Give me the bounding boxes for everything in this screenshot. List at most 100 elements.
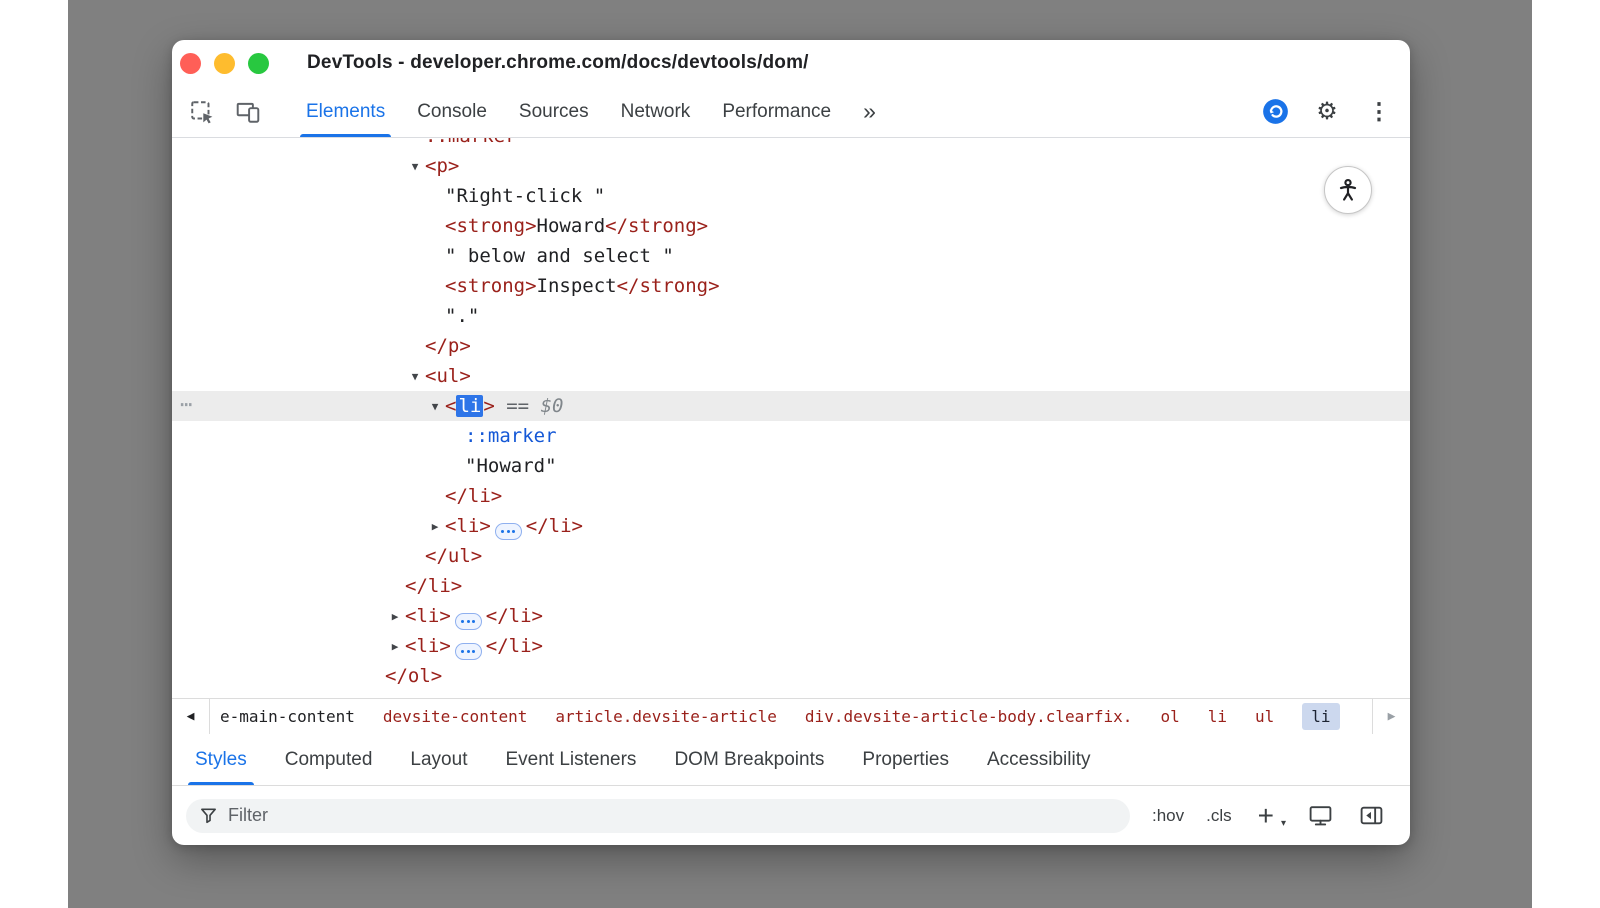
- tag-token: <ul>: [425, 365, 471, 387]
- tag-token: <li>: [445, 515, 491, 537]
- tree-row[interactable]: ▶<li></li>: [172, 511, 1410, 541]
- tree-row[interactable]: "Right-click ": [172, 181, 1410, 211]
- chevron-right-icon[interactable]: ▶: [425, 512, 445, 542]
- tag-token: <p>: [425, 155, 459, 177]
- tree-row[interactable]: ▼<ul>: [172, 361, 1410, 391]
- text-node: " below and select ": [445, 245, 674, 267]
- tag-token: >: [483, 395, 494, 417]
- breadcrumb-bar: ◀ e-main-content devsite-content article.d…: [172, 698, 1410, 734]
- tree-row[interactable]: </ol>: [172, 661, 1410, 691]
- accessibility-person-icon[interactable]: [1324, 166, 1372, 214]
- tag-token: ::marker: [425, 138, 517, 151]
- device-toolbar-icon[interactable]: [232, 96, 264, 128]
- settings-gear-icon[interactable]: ⚙: [1312, 97, 1342, 127]
- chevron-right-icon[interactable]: ▶: [385, 632, 405, 662]
- breadcrumb-item[interactable]: article.devsite-article: [555, 707, 777, 726]
- tab-elements[interactable]: Elements: [290, 86, 401, 137]
- tree-row[interactable]: </ul>: [172, 541, 1410, 571]
- tab-network[interactable]: Network: [605, 86, 707, 137]
- breadcrumb-item[interactable]: ol: [1160, 707, 1179, 726]
- tab-computed[interactable]: Computed: [266, 734, 392, 785]
- styles-filter-bar: :hov .cls +▾: [172, 786, 1410, 845]
- rendering-emulation-icon[interactable]: [1308, 803, 1333, 828]
- tree-row[interactable]: ▶<li></li>: [172, 631, 1410, 661]
- tab-properties[interactable]: Properties: [843, 734, 968, 785]
- breadcrumb-item[interactable]: devsite-content: [383, 707, 528, 726]
- tab-sources[interactable]: Sources: [503, 86, 605, 137]
- tab-dom-breakpoints[interactable]: DOM Breakpoints: [655, 734, 843, 785]
- breadcrumb-item[interactable]: li: [1208, 707, 1227, 726]
- styles-filter-field[interactable]: [186, 799, 1130, 833]
- tree-row[interactable]: ::marker: [172, 421, 1410, 451]
- window-titlebar: DevTools - developer.chrome.com/docs/dev…: [172, 40, 1410, 86]
- kebab-menu-icon[interactable]: ⋮: [1364, 97, 1394, 127]
- tag-token: </strong>: [605, 215, 708, 237]
- styles-filter-input[interactable]: [228, 805, 1117, 826]
- new-style-rule-button[interactable]: +▾: [1258, 802, 1282, 830]
- tree-row[interactable]: <strong>Howard</strong>: [172, 211, 1410, 241]
- breadcrumb: e-main-content devsite-content article.dev…: [210, 699, 1372, 734]
- tree-row[interactable]: ▼⋯<li> == $0: [172, 391, 1410, 421]
- sync-extension-icon[interactable]: [1260, 97, 1290, 127]
- toggle-element-state-button[interactable]: :hov: [1152, 806, 1184, 826]
- tree-row[interactable]: " below and select ": [172, 241, 1410, 271]
- minimize-button[interactable]: [214, 53, 235, 74]
- tag-token: <li>: [405, 605, 451, 627]
- pseudo-element: ::marker: [465, 425, 557, 447]
- close-button[interactable]: [180, 53, 201, 74]
- tag-token: <strong>: [445, 275, 537, 297]
- tag-token: </li>: [405, 575, 462, 597]
- tab-performance[interactable]: Performance: [706, 86, 847, 137]
- row-options-dots-icon[interactable]: ⋯: [180, 389, 193, 419]
- tab-event-listeners[interactable]: Event Listeners: [486, 734, 655, 785]
- expand-children-button[interactable]: [455, 643, 482, 660]
- chevron-down-icon[interactable]: ▼: [425, 392, 445, 422]
- tab-layout[interactable]: Layout: [391, 734, 486, 785]
- dom-tree: ::marker▼<p>"Right-click "<strong>Howard…: [172, 138, 1410, 698]
- chevron-right-icon[interactable]: ▶: [385, 602, 405, 632]
- equals-token: ==: [495, 395, 541, 417]
- tree-row[interactable]: ▶<li> </li>: [172, 601, 1410, 631]
- tab-styles[interactable]: Styles: [176, 734, 266, 785]
- expand-children-button[interactable]: [455, 613, 482, 630]
- breadcrumb-item[interactable]: e-main-content: [220, 707, 355, 726]
- text-node: "Right-click ": [445, 185, 605, 207]
- tag-token: <li>: [405, 635, 451, 657]
- tree-row[interactable]: ▼<p>: [172, 151, 1410, 181]
- chevron-down-icon[interactable]: ▼: [405, 152, 425, 182]
- tree-row[interactable]: ".": [172, 301, 1410, 331]
- sidebar-pane-tabs: StylesComputedLayoutEvent ListenersDOM B…: [172, 734, 1410, 786]
- tag-token: <: [445, 395, 456, 417]
- selected-tag-name: li: [456, 395, 483, 417]
- tree-row[interactable]: </li>: [172, 571, 1410, 601]
- breadcrumb-item[interactable]: li: [1302, 703, 1339, 730]
- devtools-toolbar: ElementsConsoleSourcesNetworkPerformance…: [172, 86, 1410, 138]
- tag-token: </ul>: [425, 545, 482, 567]
- tab-accessibility[interactable]: Accessibility: [968, 734, 1109, 785]
- more-tabs-icon[interactable]: »: [857, 98, 882, 125]
- tag-token: </li>: [486, 605, 543, 627]
- breadcrumb-item[interactable]: ul: [1255, 707, 1274, 726]
- devtools-window: DevTools - developer.chrome.com/docs/dev…: [172, 40, 1410, 845]
- text-node: Howard: [537, 215, 606, 237]
- breadcrumb-scroll-right-icon[interactable]: ▶: [1372, 699, 1410, 734]
- text-node: Inspect: [537, 275, 617, 297]
- expand-children-button[interactable]: [495, 523, 522, 540]
- tree-row[interactable]: "Howard": [172, 451, 1410, 481]
- tree-row[interactable]: </li>: [172, 481, 1410, 511]
- chevron-down-icon[interactable]: ▼: [405, 362, 425, 392]
- tag-token: </strong>: [617, 275, 720, 297]
- breadcrumb-item[interactable]: div.devsite-article-body.clearfix.: [805, 707, 1133, 726]
- window-title: DevTools - developer.chrome.com/docs/dev…: [307, 52, 809, 74]
- toggle-sidebar-panel-icon[interactable]: [1359, 803, 1384, 828]
- inspect-element-icon[interactable]: [186, 96, 218, 128]
- filter-funnel-icon: [199, 806, 218, 825]
- zoom-button[interactable]: [248, 53, 269, 74]
- tree-row[interactable]: ::marker: [172, 138, 1410, 151]
- tree-row[interactable]: </p>: [172, 331, 1410, 361]
- element-classes-button[interactable]: .cls: [1206, 806, 1232, 826]
- tab-console[interactable]: Console: [401, 86, 503, 137]
- tree-row[interactable]: <strong>Inspect</strong>: [172, 271, 1410, 301]
- tag-token: </p>: [425, 335, 471, 357]
- breadcrumb-scroll-left-icon[interactable]: ◀: [172, 699, 210, 734]
